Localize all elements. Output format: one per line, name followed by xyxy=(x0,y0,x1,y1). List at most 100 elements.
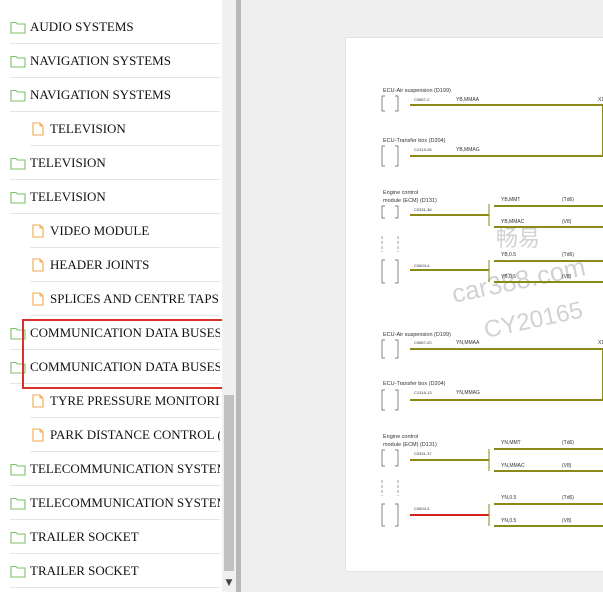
ecu-air-wire-2: YN,MMAA xyxy=(456,340,480,346)
ecu-air-wire: YB,MMAA xyxy=(456,97,480,103)
ecu-tbox-pin: C1319-26 xyxy=(414,147,432,152)
ecm-tag-3: (Td6) xyxy=(562,252,574,258)
ecm-tag-6: (V8) xyxy=(562,463,572,469)
tree-item-label: PARK DISTANCE CONTROL (PDC) xyxy=(50,427,220,442)
ecu-air-bracket-2 xyxy=(381,339,399,359)
tree-item-label: TRAILER SOCKET xyxy=(30,529,139,544)
ecm-tag-2: (V8) xyxy=(562,219,572,225)
ecm-tag-8: (V8) xyxy=(562,518,572,524)
document-viewer: 畅易 car388.com CY20165 ECU-Air suspension… xyxy=(241,0,603,592)
folder-icon xyxy=(10,89,26,102)
ecu-air-pin-2: C0867-20 xyxy=(414,340,432,345)
circuit-group-1: ECU-Air suspension (D199) C0867-2 YB,MMA… xyxy=(381,88,603,284)
document-icon xyxy=(32,224,44,238)
tree-item-label: SPLICES AND CENTRE TAPS xyxy=(50,291,219,306)
ecu-air-label: ECU-Air suspension (D199) xyxy=(383,88,451,94)
ecm-tag-5: (Td6) xyxy=(562,440,574,446)
edge-label-2: X1 xyxy=(598,340,603,346)
tree-item-label: TELEVISION xyxy=(30,155,106,170)
folder-icon xyxy=(10,157,26,170)
document-icon xyxy=(32,394,44,408)
tree-item-label: TELECOMMUNICATION SYSTEMS xyxy=(30,461,220,476)
ecm-wire-7: YN,0.5 xyxy=(501,495,517,501)
ecm-label-line1-2: Engine control xyxy=(383,434,418,440)
tree-file-item[interactable]: SPLICES AND CENTRE TAPS xyxy=(30,282,220,316)
ecm-wire-4: YB,0.5 xyxy=(501,274,516,280)
folder-icon xyxy=(10,191,26,204)
tree-item-label: TRAILER SOCKET xyxy=(30,563,139,578)
ecu-tbox-label: ECU-Transfer box (D204) xyxy=(383,138,446,144)
tree-item-label: AUDIO SYSTEMS xyxy=(30,19,134,34)
ecu-tbox-label-2: ECU-Transfer box (D204) xyxy=(383,381,446,387)
tree-file-item[interactable]: HEADER JOINTS xyxy=(30,248,220,282)
ecm-pin-3: C0331-37 xyxy=(414,451,432,456)
tree-file-item[interactable]: PARK DISTANCE CONTROL (PDC) xyxy=(30,418,220,452)
tree-item-label: TELECOMMUNICATION SYSTEMS xyxy=(30,495,220,510)
tree-folder-item[interactable]: TELEVISION xyxy=(10,180,220,214)
ecu-air-label-2: ECU-Air suspension (D199) xyxy=(383,332,451,338)
tree-item-label: TELEVISION xyxy=(50,121,126,136)
ecu-tbox-bracket xyxy=(381,145,399,167)
tree-folder-item[interactable]: TELECOMMUNICATION SYSTEMS xyxy=(10,486,220,520)
tree-folder-item[interactable]: NAVIGATION SYSTEMS xyxy=(10,78,220,112)
ecu-tbox-pin-2: C1319-13 xyxy=(414,390,432,395)
ecm-bracket-2 xyxy=(381,259,399,284)
document-icon xyxy=(32,292,44,306)
tree-folder-item[interactable]: TELECOMMUNICATION SYSTEMS xyxy=(10,452,220,486)
ecm-tag-7: (Td6) xyxy=(562,495,574,501)
tree-item-label: VIDEO MODULE xyxy=(50,223,150,238)
wiring-diagram: 畅易 car388.com CY20165 ECU-Air suspension… xyxy=(381,88,603,527)
tree-folder-item[interactable]: TRAILER SOCKET xyxy=(10,520,220,554)
ecm-label-line2-2: module (ECM) (D131) xyxy=(383,442,437,448)
tree-folder-item[interactable]: NAVIGATION SYSTEMS xyxy=(10,44,220,78)
tree-item-label: HEADER JOINTS xyxy=(50,257,150,272)
folder-icon xyxy=(10,531,26,544)
ecm-bracket-3 xyxy=(381,449,399,467)
watermark-line1: 畅易 xyxy=(496,226,540,251)
ecm-bracket-1 xyxy=(381,205,399,219)
tree-panel: AUDIO SYSTEMS NAVIGATION SYSTEMS NAVIGATIO… xyxy=(0,0,222,592)
tree-item-label: NAVIGATION SYSTEMS xyxy=(30,87,171,102)
folder-icon xyxy=(10,497,26,510)
document-icon xyxy=(32,428,44,442)
ecm-wire-8: YN,0.5 xyxy=(501,518,517,524)
tree-folder-item[interactable]: TELEVISION xyxy=(10,146,220,180)
ecu-air-pin: C0867-2 xyxy=(414,97,430,102)
ecm-pin-1: C0331-36 xyxy=(414,207,432,212)
ecm-tag-4: (V8) xyxy=(562,274,572,280)
scroll-down-arrow-icon[interactable]: ▼ xyxy=(222,576,236,590)
ecm-wire-2: YB,MMAC xyxy=(501,219,525,225)
ecm-wire-1: YB,MMT xyxy=(501,197,520,203)
document-icon xyxy=(32,122,44,136)
highlight-box xyxy=(22,319,233,389)
folder-icon xyxy=(10,565,26,578)
ecu-air-bracket xyxy=(381,95,399,112)
ecm-label-line2: module (ECM) (D131) xyxy=(383,198,437,204)
folder-icon xyxy=(10,463,26,476)
tree-item-label: TELEVISION xyxy=(30,189,106,204)
tree-row-divider xyxy=(10,587,220,588)
ecm-wire-6: YN,MMAC xyxy=(501,463,525,469)
tree-file-item[interactable]: VIDEO MODULE xyxy=(30,214,220,248)
ecm-tag-1: (Td6) xyxy=(562,197,574,203)
folder-icon xyxy=(10,55,26,68)
ecm-dashed xyxy=(381,236,399,252)
ecm-pin-2: C0604-4 xyxy=(414,263,430,268)
ecm-wire-5: YN,MMT xyxy=(501,440,521,446)
tree-folder-item[interactable]: AUDIO SYSTEMS xyxy=(10,10,220,44)
tree-file-item[interactable]: TELEVISION xyxy=(30,112,220,146)
folder-icon xyxy=(10,21,26,34)
watermark-line3: CY20165 xyxy=(482,297,586,344)
diagram-page: 畅易 car388.com CY20165 ECU-Air suspension… xyxy=(345,37,603,572)
scrollbar-thumb[interactable] xyxy=(224,395,234,571)
edge-label-1: X1 xyxy=(598,97,603,103)
ecu-tbox-bracket-2 xyxy=(381,389,399,411)
ecm-wire-3: YB,0.5 xyxy=(501,252,516,258)
ecu-tbox-wire-2: YN,MMAG xyxy=(456,390,480,396)
tree-folder-item[interactable]: TRAILER SOCKET xyxy=(10,554,220,588)
tree-file-item[interactable]: TYRE PRESSURE MONITORING xyxy=(30,384,220,418)
circuit-group-2: ECU-Air suspension (D199) C0867-20 YN,MM… xyxy=(381,332,603,527)
ecu-tbox-wire: YB,MMAG xyxy=(456,147,480,153)
ecm-dashed-2 xyxy=(381,480,399,496)
document-icon xyxy=(32,258,44,272)
